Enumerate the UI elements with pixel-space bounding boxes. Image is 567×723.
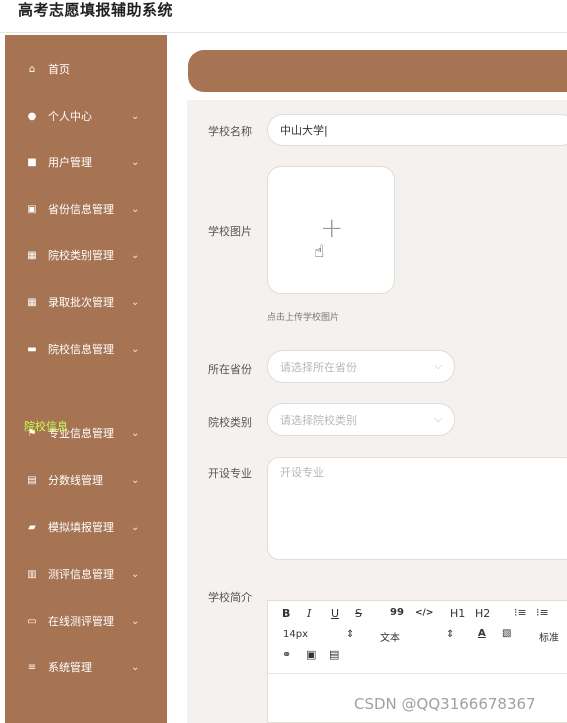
home-icon: ⌂: [28, 63, 36, 75]
school-image-label: 学校图片: [208, 225, 252, 238]
school-name-label: 学校名称: [208, 125, 252, 138]
school-icon: ▬: [27, 343, 37, 355]
sidebar-item-label: 模拟填报管理: [48, 521, 114, 534]
chevron-down-icon: ⌄: [131, 615, 140, 627]
chevron-down-icon: ⌄: [131, 296, 140, 308]
sidebar-item-label: 首页: [48, 63, 70, 76]
chevron-down-icon: ⌄: [131, 427, 140, 439]
link-icon[interactable]: ⚭: [282, 648, 291, 661]
quote-button[interactable]: 99: [390, 607, 404, 618]
bullet-list-button[interactable]: ⁝≡: [536, 606, 549, 619]
sidebar-item-label: 用户管理: [48, 156, 92, 169]
chevron-down-icon: ⌄: [131, 249, 140, 261]
strikethrough-button[interactable]: S: [355, 607, 362, 620]
grid-icon: ▦: [27, 249, 37, 261]
sidebar-item-label: 院校信息管理: [48, 343, 114, 356]
ordered-list-button[interactable]: ⁝≡: [514, 606, 527, 619]
text-style-select[interactable]: 文本: [380, 629, 400, 644]
sidebar-item[interactable]: ▭ 在线测评管理 ⌄: [5, 609, 167, 633]
video-icon[interactable]: ▤: [329, 648, 339, 661]
sidebar-item[interactable]: ▰ 模拟填报管理 ⌄: [5, 515, 167, 539]
sidebar: ⌂ 首页 ● 个人中心 ⌄ ■ 用户管理 ⌄ ▣ 省份信息管理 ⌄ ▦ 院校类别管理 ⌄ ▦ 录取批次管理 ⌄ ▬…: [5, 35, 167, 723]
sidebar-item[interactable]: ▦ 录取批次管理 ⌄: [5, 290, 167, 314]
chevron-down-icon: ⌄: [131, 110, 140, 122]
document-icon: ▥: [27, 568, 37, 580]
province-label: 所在省份: [208, 363, 252, 376]
font-size-arrow-icon: ⇕: [346, 629, 355, 640]
province-placeholder: 请选择所在省份: [280, 360, 357, 374]
italic-button[interactable]: I: [307, 607, 311, 620]
heading-style-select[interactable]: 标准: [539, 629, 559, 644]
text-style-arrow-icon: ⇕: [446, 629, 455, 640]
chevron-down-icon: ⌵: [434, 414, 442, 425]
bold-button[interactable]: B: [282, 607, 290, 620]
sidebar-item-label: 省份信息管理: [48, 203, 114, 216]
chart-icon: ▤: [27, 474, 37, 486]
category-placeholder: 请选择院校类别: [280, 413, 357, 427]
font-color-button[interactable]: A: [478, 628, 486, 639]
font-size-select[interactable]: 14px: [283, 629, 308, 640]
sidebar-item[interactable]: ■ 用户管理 ⌄: [5, 150, 167, 174]
sidebar-item[interactable]: ▦ 院校类别管理 ⌄: [5, 243, 167, 267]
sidebar-item-label: 系统管理: [48, 661, 92, 674]
school-name-value: 中山大学: [280, 124, 324, 137]
sidebar-subitem-school-info[interactable]: 院校信息: [24, 418, 68, 434]
app-title: 高考志愿填报辅助系统: [18, 1, 174, 19]
sidebar-item[interactable]: ⌂ 首页: [5, 57, 167, 81]
user-icon: ●: [27, 110, 37, 122]
sidebar-item-label: 测评信息管理: [48, 568, 114, 581]
chevron-down-icon: ⌄: [131, 203, 140, 215]
sidebar-item[interactable]: ▬ 院校信息管理 ⌄: [5, 337, 167, 361]
chevron-down-icon: ⌄: [131, 343, 140, 355]
editor-divider: [268, 673, 567, 674]
background-color-button[interactable]: ▧: [502, 628, 511, 639]
sidebar-item-label: 个人中心: [48, 110, 92, 123]
chevron-down-icon: ⌄: [131, 156, 140, 168]
upload-hint: 点击上传学校图片: [267, 313, 340, 323]
chevron-down-icon: ⌄: [131, 568, 140, 580]
sidebar-item-label: 录取批次管理: [48, 296, 114, 309]
monitor-icon: ▭: [27, 615, 37, 627]
sidebar-item[interactable]: ▥ 测评信息管理 ⌄: [5, 562, 167, 586]
sidebar-item-label: 院校类别管理: [48, 249, 114, 262]
menu-icon: ≡: [27, 661, 37, 673]
majors-placeholder: 开设专业: [280, 466, 324, 479]
image-upload-box[interactable]: + ☝: [267, 166, 395, 294]
user-manage-icon: ■: [27, 156, 37, 168]
sidebar-item-label: 分数线管理: [48, 474, 103, 487]
majors-textarea[interactable]: 开设专业: [267, 457, 567, 560]
top-bar: 高考志愿填报辅助系统: [0, 0, 567, 33]
clipboard-icon: ▣: [27, 203, 37, 215]
chevron-down-icon: ⌄: [131, 661, 140, 673]
sidebar-item-label: 在线测评管理: [48, 615, 114, 628]
sidebar-item[interactable]: ▣ 省份信息管理 ⌄: [5, 197, 167, 221]
chevron-down-icon: ⌄: [131, 521, 140, 533]
intro-label: 学校简介: [208, 591, 252, 604]
image-icon[interactable]: ▣: [306, 648, 316, 661]
sidebar-item[interactable]: ≡ 系统管理 ⌄: [5, 655, 167, 679]
heading1-button[interactable]: H1: [450, 607, 465, 620]
chevron-down-icon: ⌄: [131, 474, 140, 486]
chat-icon: ▰: [28, 521, 36, 533]
category-select[interactable]: 请选择院校类别 ⌵: [267, 403, 455, 436]
hand-cursor-icon: ☝: [314, 242, 325, 262]
watermark: CSDN @QQ3166678367: [354, 695, 536, 713]
sidebar-item[interactable]: ● 个人中心 ⌄: [5, 104, 167, 128]
underline-button[interactable]: U: [331, 607, 339, 620]
chevron-down-icon: ⌵: [434, 361, 442, 372]
school-name-input[interactable]: 中山大学 |: [267, 114, 567, 146]
grid-icon: ▦: [27, 296, 37, 308]
header-banner: [188, 50, 567, 92]
plus-icon: +: [320, 211, 344, 244]
code-button[interactable]: </>: [415, 608, 433, 618]
category-label: 院校类别: [208, 416, 252, 429]
majors-label: 开设专业: [208, 467, 252, 480]
province-select[interactable]: 请选择所在省份 ⌵: [267, 350, 455, 383]
heading2-button[interactable]: H2: [475, 607, 490, 620]
sidebar-item[interactable]: ▤ 分数线管理 ⌄: [5, 468, 167, 492]
